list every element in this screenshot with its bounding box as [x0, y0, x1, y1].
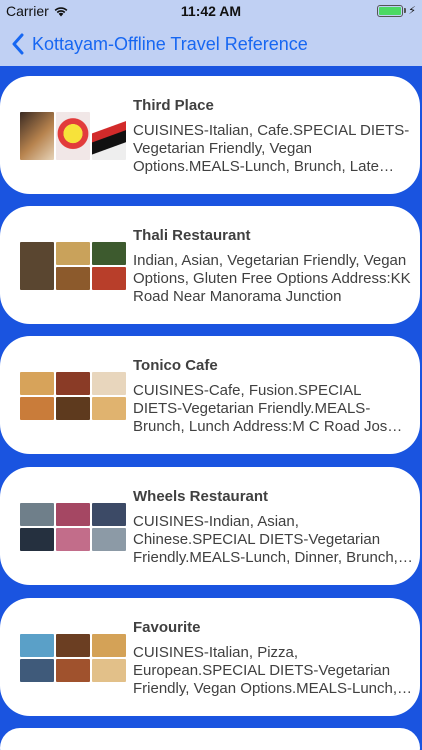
navigation-bar: Kottayam-Offline Travel Reference: [0, 22, 422, 66]
list-item[interactable]: Third Place CUISINES-Italian, Cafe.SPECI…: [0, 76, 420, 194]
restaurant-description: CUISINES-Italian, Cafe.SPECIAL DIETS-Veg…: [133, 122, 410, 175]
restaurant-thumbnail: [20, 372, 126, 420]
restaurant-description: CUISINES-Cafe, Fusion.SPECIAL DIETS-Vege…: [133, 382, 388, 435]
restaurant-description: CUISINES-Indian, Asian, Chinese.SPECIAL …: [133, 513, 398, 566]
restaurant-description: Indian, Asian, Vegetarian Friendly, Vega…: [133, 252, 411, 305]
list-item-partial[interactable]: [0, 728, 420, 750]
nav-title: Kottayam-Offline Travel Reference: [32, 33, 308, 54]
restaurant-description: CUISINES-Italian, Pizza, European.SPECIA…: [133, 644, 398, 697]
carrier-label: Carrier: [6, 3, 49, 19]
battery-icon: [377, 4, 404, 17]
chevron-left-icon: [12, 33, 24, 55]
list-item[interactable]: Wheels Restaurant CUISINES-Indian, Asian…: [0, 467, 420, 585]
status-bar: Carrier 11:42 AM ⚡: [0, 0, 422, 22]
restaurant-name: Wheels Restaurant: [133, 488, 269, 505]
restaurant-name: Third Place: [133, 97, 214, 114]
charging-icon: ⚡: [408, 5, 416, 17]
list-item[interactable]: Thali Restaurant Indian, Asian, Vegetari…: [0, 206, 420, 324]
restaurant-name: Favourite: [133, 619, 201, 636]
restaurant-thumbnail: [20, 634, 126, 682]
status-carrier: Carrier: [6, 3, 69, 19]
battery-indicator: ⚡: [377, 4, 416, 17]
restaurant-thumbnail: [20, 503, 126, 551]
restaurant-thumbnail: [20, 112, 126, 160]
list-item[interactable]: Favourite CUISINES-Italian, Pizza, Europ…: [0, 598, 420, 716]
list-item[interactable]: Tonico Cafe CUISINES-Cafe, Fusion.SPECIA…: [0, 336, 420, 454]
restaurant-thumbnail: [20, 242, 126, 290]
back-button[interactable]: Kottayam-Offline Travel Reference: [0, 33, 308, 55]
restaurant-name: Thali Restaurant: [133, 227, 251, 244]
wifi-icon: [54, 7, 68, 17]
restaurant-name: Tonico Cafe: [133, 357, 218, 374]
